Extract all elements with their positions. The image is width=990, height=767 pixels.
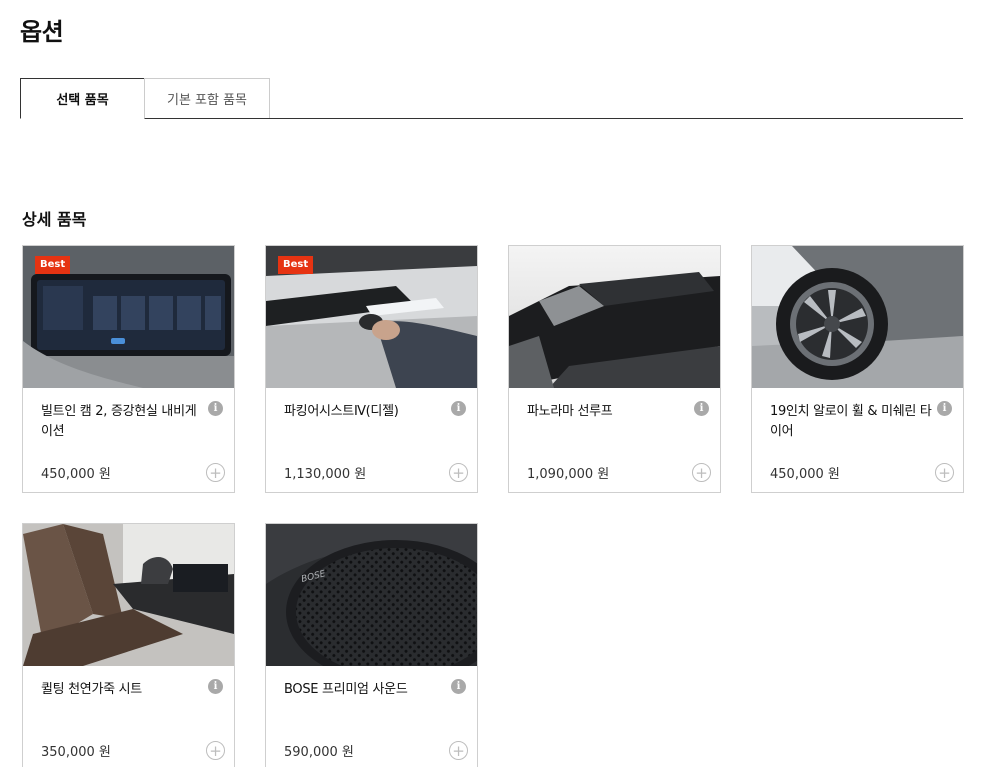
option-card-sunroof[interactable]: 파노라마 선루프 i 1,090,000 원 + xyxy=(508,245,721,493)
option-name: 19인치 알로이 휠 & 미쉐린 타이어 xyxy=(770,404,932,439)
add-option-plus-icon[interactable]: + xyxy=(206,741,225,760)
option-image-bose-speaker: BOSE xyxy=(266,524,477,666)
option-price: 450,000 원 xyxy=(41,467,111,482)
option-image-alloy-wheel xyxy=(752,246,963,388)
option-name: 파노라마 선루프 xyxy=(527,404,613,419)
add-option-plus-icon[interactable]: + xyxy=(449,463,468,482)
option-name: BOSE 프리미엄 사운드 xyxy=(284,682,408,697)
best-badge: Best xyxy=(278,256,314,274)
info-icon[interactable]: i xyxy=(208,401,223,416)
option-card-leather-seats[interactable]: 퀼팅 천연가죽 시트 i 350,000 원 + xyxy=(22,523,235,767)
option-name: 파킹어시스트Ⅳ(디젤) xyxy=(284,404,399,419)
add-option-plus-icon[interactable]: + xyxy=(692,463,711,482)
info-icon[interactable]: i xyxy=(451,679,466,694)
add-option-plus-icon[interactable]: + xyxy=(449,741,468,760)
tab-selected-options[interactable]: 선택 품목 xyxy=(20,78,145,119)
option-price: 590,000 원 xyxy=(284,745,354,760)
tab-included-options[interactable]: 기본 포함 품목 xyxy=(144,78,270,118)
info-icon[interactable]: i xyxy=(937,401,952,416)
option-card-alloy-wheel[interactable]: 19인치 알로이 휠 & 미쉐린 타이어 i 450,000 원 + xyxy=(751,245,964,493)
option-card-builtin-cam[interactable]: Best 빌트인 캠 2, 증강현실 내비게이션 i 450,000 원 + xyxy=(22,245,235,493)
info-icon[interactable]: i xyxy=(451,401,466,416)
section-title: 상세 품목 xyxy=(22,210,87,229)
option-price: 1,130,000 원 xyxy=(284,467,367,482)
page-title: 옵션 xyxy=(20,18,64,46)
option-image-parking-assist: Best xyxy=(266,246,477,388)
option-price: 1,090,000 원 xyxy=(527,467,610,482)
option-price: 450,000 원 xyxy=(770,467,840,482)
option-name: 빌트인 캠 2, 증강현실 내비게이션 xyxy=(41,404,197,439)
option-image-infotainment: Best xyxy=(23,246,234,388)
option-card-bose-sound[interactable]: BOSE BOSE 프리미엄 사운드 i 590,000 원 + xyxy=(265,523,478,767)
option-card-parking-assist[interactable]: Best 파킹어시스트Ⅳ(디젤) i 1,130,000 원 + xyxy=(265,245,478,493)
option-price: 350,000 원 xyxy=(41,745,111,760)
info-icon[interactable]: i xyxy=(694,401,709,416)
option-image-leather-seats xyxy=(23,524,234,666)
option-name: 퀼팅 천연가죽 시트 xyxy=(41,682,142,697)
info-icon[interactable]: i xyxy=(208,679,223,694)
option-image-sunroof xyxy=(509,246,720,388)
option-tabs: 선택 품목 기본 포함 품목 xyxy=(20,78,963,119)
add-option-plus-icon[interactable]: + xyxy=(206,463,225,482)
add-option-plus-icon[interactable]: + xyxy=(935,463,954,482)
best-badge: Best xyxy=(35,256,71,274)
